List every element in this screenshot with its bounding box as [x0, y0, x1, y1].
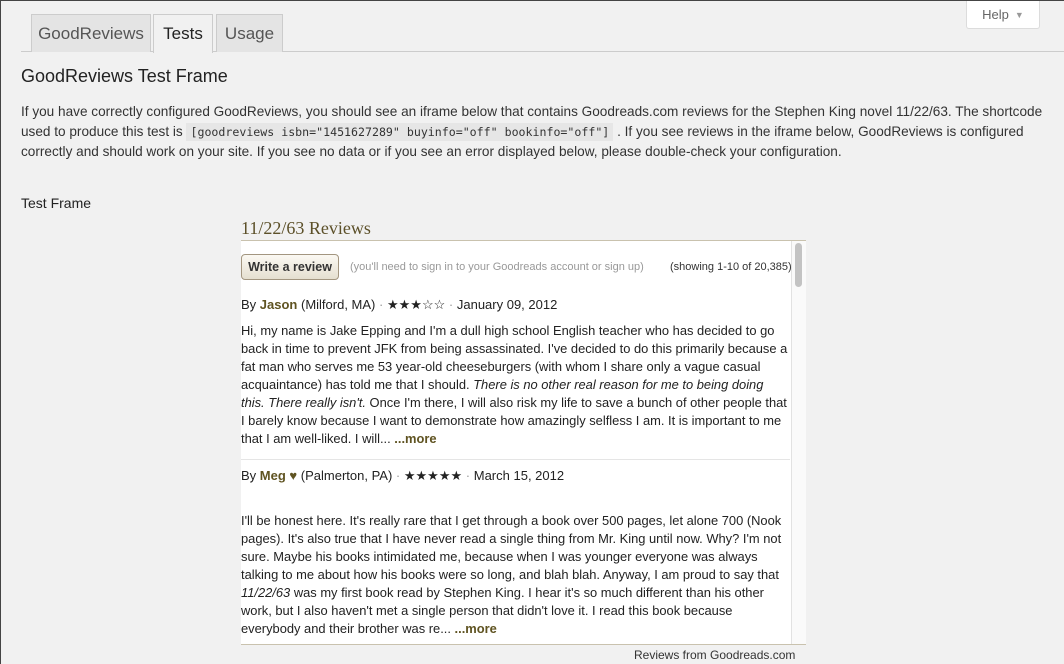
more-link[interactable]: ...more: [455, 621, 497, 636]
reviewer-name-link[interactable]: Meg ♥: [260, 468, 297, 483]
help-label: Help: [982, 7, 1009, 22]
window-top-border: [0, 0, 1064, 1]
page-title: GoodReviews Test Frame: [21, 66, 228, 86]
review-item: By Meg ♥ (Palmerton, PA) · ★★★★★ · March…: [241, 468, 790, 638]
by-label: By: [241, 297, 257, 312]
review-date: January 09, 2012: [456, 297, 558, 312]
tab-label: Tests: [163, 24, 203, 43]
separator: ·: [395, 468, 401, 483]
reviewer-location: (Milford, MA): [301, 297, 376, 312]
by-label: By: [241, 468, 257, 483]
tab-goodreviews[interactable]: GoodReviews: [31, 14, 151, 52]
review-byline: By Jason (Milford, MA) · ★★★☆☆ · January…: [241, 297, 790, 313]
test-description: If you have correctly configured GoodRev…: [21, 102, 1061, 162]
caret-down-icon: ▼: [1014, 9, 1024, 20]
separator: ·: [448, 297, 454, 312]
widget-footer: Reviews from Goodreads.com: [634, 648, 796, 662]
help-button[interactable]: Help ▼: [966, 1, 1040, 29]
star-rating-icon: ★★★☆☆: [386, 297, 446, 312]
reviews-iframe[interactable]: Write a review (you'll need to sign in t…: [241, 241, 806, 644]
widget-bottom-divider: [241, 644, 806, 645]
reviewer-name: Meg: [259, 468, 286, 483]
tab-label: GoodReviews: [38, 23, 144, 43]
tab-tests[interactable]: Tests: [153, 14, 213, 53]
review-byline: By Meg ♥ (Palmerton, PA) · ★★★★★ · March…: [241, 468, 790, 484]
write-review-label: Write a review: [248, 260, 332, 274]
window-left-border: [0, 0, 1, 664]
separator: ·: [465, 468, 471, 483]
review-text: Hi, my name is Jake Epping and I'm a dul…: [241, 322, 790, 448]
review-divider: [241, 459, 790, 460]
star-rating-icon: ★★★★★: [403, 468, 463, 483]
iframe-scrollbar[interactable]: [791, 241, 806, 644]
write-review-button[interactable]: Write a review: [241, 254, 339, 280]
separator: ·: [379, 297, 384, 312]
shortcode-example: [goodreviews isbn="1451627289" buyinfo="…: [186, 123, 614, 141]
review-date: March 15, 2012: [473, 468, 565, 483]
test-frame-label: Test Frame: [21, 195, 92, 211]
review-text-b: was my first book read by Stephen King. …: [241, 585, 764, 636]
reviewer-name-link[interactable]: Jason: [260, 297, 298, 312]
heart-icon: ♥: [289, 468, 298, 483]
more-link[interactable]: ...more: [394, 431, 436, 446]
scrollbar-thumb[interactable]: [795, 243, 802, 287]
review-text-italic: 11/22/63: [241, 585, 291, 600]
reviewer-location: (Palmerton, PA): [300, 468, 393, 483]
review-text: I'll be honest here. It's really rare th…: [241, 512, 790, 638]
review-item: By Jason (Milford, MA) · ★★★☆☆ · January…: [241, 297, 790, 448]
tab-usage[interactable]: Usage: [216, 14, 283, 52]
signin-note: (you'll need to sign in to your Goodread…: [350, 261, 644, 273]
review-text-a: I'll be honest here. It's really rare th…: [241, 513, 782, 582]
tab-label: Usage: [224, 23, 275, 43]
widget-title: 11/22/63 Reviews: [241, 218, 371, 238]
showing-count: (showing 1-10 of 20,385): [670, 261, 792, 273]
